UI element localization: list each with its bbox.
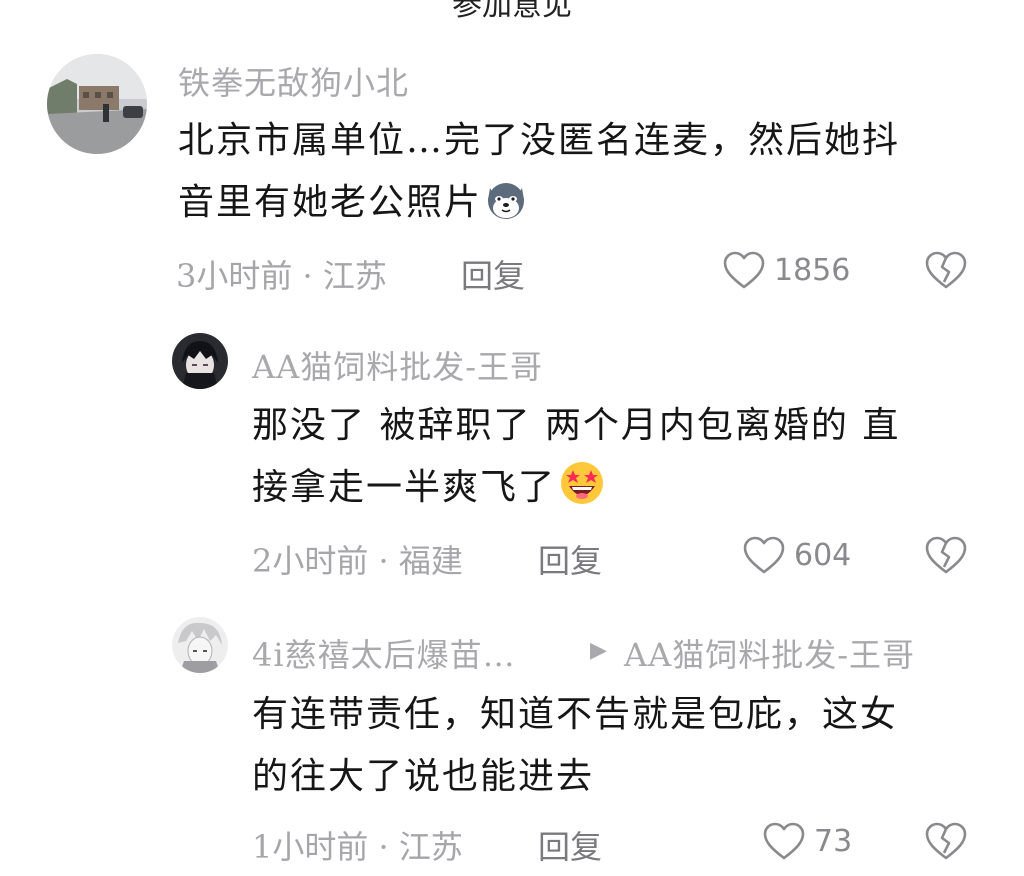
- comment-meta: 2小时前 · 福建: [252, 542, 463, 580]
- reply-arrow-icon: ▶: [590, 638, 607, 663]
- comment-meta: 1小时前 · 江苏: [252, 828, 463, 866]
- like-button[interactable]: 73: [762, 821, 852, 861]
- reply-to-username[interactable]: AA猫饲料批发-王哥: [624, 630, 915, 676]
- comment-line: 音里有她老公照片: [178, 182, 483, 223]
- comment-text: 北京市属单位…完了没匿名连麦，然后她抖 音里有她老公照片: [178, 110, 998, 242]
- heart-icon: [723, 251, 765, 289]
- dislike-button[interactable]: [924, 250, 968, 294]
- comment-meta: 3小时前 · 江苏: [176, 257, 387, 295]
- dislike-button[interactable]: [924, 535, 968, 579]
- comment-text: 那没了 被辞职了 两个月内包离婚的 直 接拿走一半爽飞了: [252, 395, 992, 527]
- like-count: 1856: [774, 252, 851, 288]
- avatar[interactable]: [172, 617, 228, 673]
- top-cut-text: 参加意见: [452, 0, 572, 23]
- comment-username[interactable]: AA猫饲料批发-王哥: [252, 342, 543, 388]
- avatar-anime-character: [172, 333, 228, 389]
- avatar[interactable]: [47, 54, 147, 154]
- reply-button[interactable]: 回复: [538, 822, 602, 868]
- broken-heart-icon: [925, 822, 967, 860]
- like-count: 604: [794, 537, 852, 573]
- reply-button[interactable]: 回复: [538, 536, 602, 582]
- avatar[interactable]: [172, 333, 228, 389]
- star-struck-emoji: [558, 459, 606, 527]
- husky-dog-emoji: [484, 178, 528, 242]
- avatar-sketch-character: [172, 617, 228, 673]
- heart-icon: [763, 822, 805, 860]
- like-button[interactable]: 1856: [722, 250, 850, 290]
- comment-line: 北京市属单位…完了没匿名连麦，然后她抖: [178, 120, 901, 161]
- reply-button[interactable]: 回复: [461, 251, 525, 297]
- heart-icon: [743, 536, 785, 574]
- like-count: 73: [814, 823, 853, 859]
- like-button[interactable]: 604: [742, 535, 851, 575]
- comment-text: 有连带责任，知道不告就是包庇，这女 的往大了说也能进去: [252, 684, 992, 808]
- avatar-photo-street: [47, 54, 147, 154]
- comment-username[interactable]: 4i慈禧太后爆苗…: [252, 630, 516, 676]
- dislike-button[interactable]: [924, 821, 968, 865]
- comment-line: 接拿走一半爽飞了: [252, 467, 557, 508]
- comment-line: 那没了 被辞职了 两个月内包离婚的 直: [252, 405, 901, 446]
- comment-username[interactable]: 铁拳无敌狗小北: [178, 58, 409, 104]
- comment-line: 有连带责任，知道不告就是包庇，这女: [252, 694, 899, 735]
- broken-heart-icon: [925, 251, 967, 289]
- broken-heart-icon: [925, 536, 967, 574]
- comment-line: 的往大了说也能进去: [252, 756, 595, 797]
- comment-line-with-emoji: 接拿走一半爽飞了: [252, 457, 992, 527]
- comment-line-with-emoji: 音里有她老公照片: [178, 172, 998, 242]
